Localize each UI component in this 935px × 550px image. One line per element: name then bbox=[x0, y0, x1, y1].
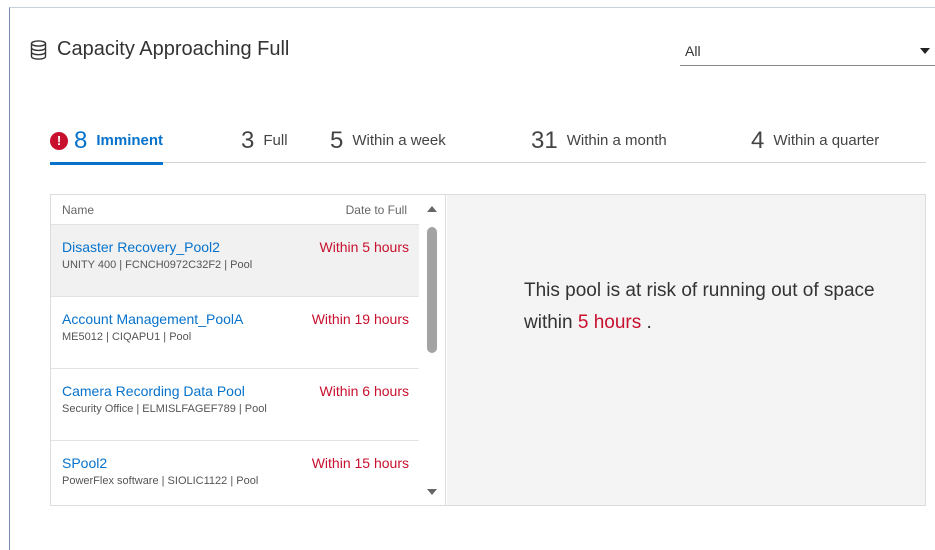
scroll-thumb[interactable] bbox=[427, 227, 437, 353]
tab-label: Within a quarter bbox=[773, 132, 880, 149]
date-to-full: Within 15 hours bbox=[311, 455, 409, 471]
list-item[interactable]: Account Management_PoolA Within 19 hours… bbox=[51, 297, 419, 369]
tab-count: 8 bbox=[74, 126, 88, 154]
tab-count: 4 bbox=[751, 126, 765, 154]
tab-label: Within a month bbox=[566, 132, 667, 149]
pool-name-link[interactable]: Account Management_PoolA bbox=[62, 311, 243, 327]
tab-count: 3 bbox=[241, 126, 255, 154]
caret-down-icon bbox=[920, 47, 930, 54]
tab-count: 5 bbox=[330, 126, 344, 154]
tab-label: Imminent bbox=[96, 132, 164, 149]
tab-imminent[interactable]: ! 8 Imminent bbox=[50, 118, 164, 165]
card-header: Capacity Approaching Full bbox=[30, 38, 289, 61]
tab-count: 31 bbox=[531, 126, 558, 154]
date-to-full: Within 19 hours bbox=[311, 311, 409, 327]
list-scrollbar[interactable] bbox=[419, 195, 445, 505]
content-panel: Name Date to Full Disaster Recovery_Pool… bbox=[50, 194, 926, 506]
pool-meta: ME5012 | CIQAPU1 | Pool bbox=[62, 331, 192, 343]
list-item[interactable]: SPool2 Within 15 hours PowerFlex softwar… bbox=[51, 441, 419, 513]
risk-message-end: . bbox=[641, 312, 652, 333]
filter-selected-value: All bbox=[685, 42, 701, 59]
scroll-down-arrow-icon[interactable] bbox=[427, 489, 437, 495]
tab-within-a-week[interactable]: 5 Within a week bbox=[330, 118, 446, 163]
list-item[interactable]: Camera Recording Data Pool Within 6 hour… bbox=[51, 369, 419, 441]
pool-meta: UNITY 400 | FCNCH0972C32F2 | Pool bbox=[62, 259, 253, 271]
tab-full[interactable]: 3 Full bbox=[241, 118, 288, 163]
tab-label: Within a week bbox=[352, 132, 446, 149]
list-item[interactable]: Disaster Recovery_Pool2 Within 5 hours U… bbox=[51, 225, 419, 297]
pool-list: Name Date to Full Disaster Recovery_Pool… bbox=[51, 195, 446, 505]
alert-icon: ! bbox=[50, 131, 68, 150]
filter-dropdown[interactable]: All bbox=[680, 36, 935, 66]
column-header-name[interactable]: Name bbox=[62, 203, 94, 217]
risk-time-highlight: 5 hours bbox=[577, 312, 642, 333]
detail-panel: This pool is at risk of running out of s… bbox=[447, 195, 925, 505]
capacity-card: Capacity Approaching Full All ! 8 Immine… bbox=[9, 7, 935, 550]
pool-name-link[interactable]: Disaster Recovery_Pool2 bbox=[62, 239, 220, 255]
risk-message: This pool is at risk of running out of s… bbox=[524, 275, 904, 339]
risk-message-text: This pool is at risk of running out of s… bbox=[524, 280, 875, 333]
list-header: Name Date to Full bbox=[51, 195, 419, 225]
pool-name-link[interactable]: Camera Recording Data Pool bbox=[62, 383, 245, 399]
column-header-date-to-full[interactable]: Date to Full bbox=[346, 203, 407, 217]
tab-within-a-month[interactable]: 31 Within a month bbox=[531, 118, 667, 163]
tab-bar: ! 8 Imminent 3 Full 5 Within a week 31 W… bbox=[50, 118, 926, 165]
card-title: Capacity Approaching Full bbox=[57, 38, 290, 60]
date-to-full: Within 6 hours bbox=[319, 383, 409, 399]
scroll-up-arrow-icon[interactable] bbox=[427, 206, 437, 212]
pool-name-link[interactable]: SPool2 bbox=[62, 455, 107, 471]
tab-within-a-quarter[interactable]: 4 Within a quarter bbox=[751, 118, 879, 163]
tab-label: Full bbox=[263, 132, 288, 149]
pool-meta: Security Office | ELMISLFAGEF789 | Pool bbox=[62, 403, 267, 415]
date-to-full: Within 5 hours bbox=[319, 239, 409, 255]
database-icon bbox=[30, 39, 47, 60]
pool-meta: PowerFlex software | SIOLIC1122 | Pool bbox=[62, 475, 259, 487]
